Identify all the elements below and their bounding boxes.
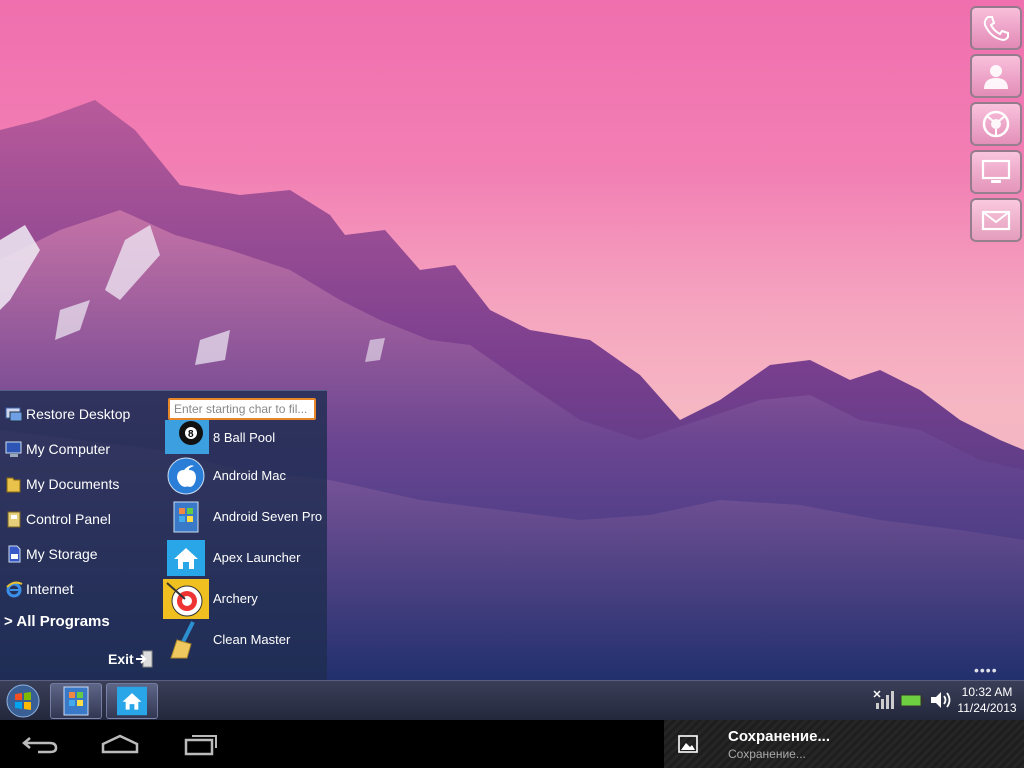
- desktop-button[interactable]: [970, 150, 1022, 194]
- taskbar-clock[interactable]: 10:32 AM 11/24/2013: [950, 684, 1024, 716]
- svg-text:8: 8: [188, 429, 194, 440]
- status-notification[interactable]: Сохранение... Сохранение...: [664, 720, 1024, 768]
- app-item-archery[interactable]: Archery: [163, 578, 327, 619]
- mail-button[interactable]: [970, 198, 1022, 242]
- menu-item-label: My Storage: [26, 546, 98, 562]
- back-button[interactable]: [10, 728, 70, 760]
- app-label: Clean Master: [213, 632, 291, 647]
- globe-icon: [982, 110, 1010, 138]
- page-indicator: ••••: [974, 662, 998, 678]
- menu-item-label: My Documents: [26, 476, 120, 492]
- menu-item-control-panel[interactable]: Control Panel: [4, 504, 111, 534]
- start-menu-places: Restore Desktop My Computer My Documents…: [0, 391, 160, 681]
- app-label: Archery: [213, 591, 258, 606]
- home-button[interactable]: [90, 728, 150, 760]
- back-icon: [22, 737, 58, 754]
- phone-button[interactable]: [970, 6, 1022, 50]
- phone-icon: [983, 16, 1009, 42]
- folder-icon: [4, 473, 24, 495]
- app-label: Apex Launcher: [213, 550, 301, 565]
- windows-logo-icon: [6, 684, 40, 718]
- recents-icon: [184, 735, 217, 756]
- browser-button[interactable]: [970, 102, 1022, 146]
- menu-item-my-documents[interactable]: My Documents: [4, 469, 119, 499]
- taskbar-item-android-seven[interactable]: [50, 683, 102, 719]
- android-seven-icon: [163, 497, 209, 537]
- exit-icon: [135, 650, 153, 668]
- monitor-icon: [981, 159, 1011, 183]
- menu-item-label: Restore Desktop: [26, 406, 131, 422]
- menu-item-label: Control Panel: [26, 511, 111, 527]
- android-navigation-bar: Сохранение... Сохранение...: [0, 720, 1024, 768]
- internet-explorer-icon: [4, 578, 24, 600]
- app-item-android-mac[interactable]: Android Mac: [163, 455, 327, 496]
- system-tray: [873, 689, 953, 711]
- signal-icon[interactable]: [873, 689, 895, 711]
- taskbar-item-apex-launcher[interactable]: [106, 683, 158, 719]
- start-menu: Restore Desktop My Computer My Documents…: [0, 390, 327, 681]
- app-item-8-ball-pool[interactable]: 8 8 Ball Pool: [163, 419, 327, 455]
- app-item-clean-master[interactable]: Clean Master: [163, 619, 327, 660]
- menu-item-restore-desktop[interactable]: Restore Desktop: [4, 399, 130, 429]
- app-label: Android Seven Pro: [213, 509, 323, 524]
- exit-label: Exit: [108, 651, 134, 667]
- notification-title: Сохранение...: [728, 728, 830, 745]
- menu-item-label: Internet: [26, 581, 74, 597]
- home-icon: [163, 538, 209, 578]
- person-icon: [984, 65, 1008, 89]
- android-seven-icon: [63, 686, 89, 716]
- restore-desktop-icon: [4, 403, 24, 425]
- archery-target-icon: [163, 578, 209, 619]
- app-label: Android Mac: [213, 468, 286, 483]
- apple-icon: [163, 456, 209, 496]
- menu-item-my-computer[interactable]: My Computer: [4, 434, 110, 464]
- mail-icon: [981, 210, 1011, 231]
- start-menu-programs: 8 8 Ball Pool Android Mac Android Seven …: [163, 391, 327, 681]
- app-label: 8 Ball Pool: [213, 429, 276, 445]
- menu-item-my-storage[interactable]: My Storage: [4, 539, 98, 569]
- all-programs-button[interactable]: > All Programs: [4, 613, 110, 630]
- menu-item-label: My Computer: [26, 441, 111, 457]
- home-icon: [117, 686, 147, 716]
- notification-subtitle: Сохранение...: [728, 747, 806, 761]
- clock-date: 11/24/2013: [957, 701, 1017, 715]
- start-button[interactable]: [4, 684, 42, 718]
- computer-icon: [4, 438, 24, 460]
- taskbar: 10:32 AM 11/24/2013: [0, 680, 1024, 721]
- app-item-android-seven-pro[interactable]: Android Seven Pro: [163, 496, 327, 537]
- app-item-apex-launcher[interactable]: Apex Launcher: [163, 537, 327, 578]
- sd-card-icon: [4, 543, 24, 565]
- image-icon: [678, 735, 698, 753]
- menu-item-internet[interactable]: Internet: [4, 574, 73, 604]
- exit-button[interactable]: Exit: [108, 649, 154, 669]
- contacts-button[interactable]: [970, 54, 1022, 98]
- battery-icon[interactable]: [899, 689, 925, 711]
- control-panel-icon: [4, 508, 24, 530]
- home-icon: [101, 734, 139, 754]
- eight-ball-icon: 8: [163, 417, 209, 457]
- broom-icon: [163, 620, 209, 660]
- clock-time: 10:32 AM: [961, 685, 1013, 699]
- recents-button[interactable]: [170, 728, 230, 760]
